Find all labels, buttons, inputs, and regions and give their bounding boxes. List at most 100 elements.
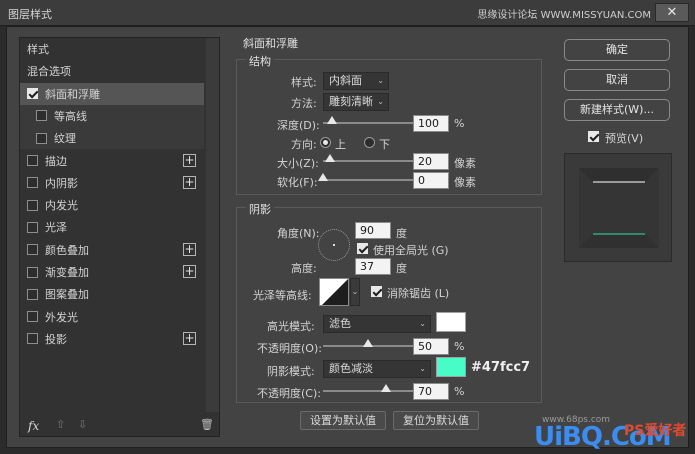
effect-checkbox[interactable] xyxy=(36,132,47,144)
highlight-opacity-label: 不透明度(O): xyxy=(257,342,322,355)
style-preview xyxy=(564,153,672,262)
technique-select[interactable]: 雕刻清晰 ⌄ xyxy=(323,93,389,111)
soften-slider-thumb[interactable] xyxy=(318,173,328,181)
gloss-contour-dropdown[interactable]: ⌄ xyxy=(350,278,360,306)
move-up-icon[interactable]: ⇧ xyxy=(56,418,65,431)
effect-checkbox[interactable] xyxy=(27,288,38,300)
effect-checkbox[interactable] xyxy=(27,333,38,345)
ps-logo-text: PS爱好者 xyxy=(624,423,687,439)
direction-down-radio[interactable] xyxy=(364,137,375,148)
shadow-color-swatch[interactable] xyxy=(436,357,466,377)
direction-up-radio[interactable] xyxy=(320,137,331,148)
effect-item[interactable]: 描边 + xyxy=(20,150,204,172)
add-effect-icon[interactable]: + xyxy=(183,175,196,189)
highlight-opacity-thumb[interactable] xyxy=(363,339,373,347)
new-style-button[interactable]: 新建样式(W)... xyxy=(564,99,670,121)
close-button[interactable]: ✕ xyxy=(655,3,689,22)
effect-item[interactable]: 内发光 xyxy=(20,194,204,216)
highlight-opacity-unit: % xyxy=(454,340,465,353)
effect-label: 投影 xyxy=(45,332,67,346)
shadow-opacity-label: 不透明度(C): xyxy=(257,387,321,400)
add-effect-icon[interactable]: + xyxy=(183,242,196,256)
style-select[interactable]: 内斜面 ⌄ xyxy=(323,72,389,90)
effect-item[interactable]: 内阴影 + xyxy=(20,172,204,194)
style-label: 样式: xyxy=(291,76,317,89)
preview-label: 预览(V) xyxy=(605,132,644,145)
angle-dial[interactable] xyxy=(318,229,350,261)
direction-down-label: 下 xyxy=(379,138,390,151)
antialias-checkbox[interactable] xyxy=(371,286,382,297)
size-slider-thumb[interactable] xyxy=(325,154,336,162)
cancel-button[interactable]: 取消 xyxy=(564,69,670,91)
preview-checkbox[interactable] xyxy=(588,131,599,142)
shadow-opacity-track[interactable] xyxy=(323,390,413,392)
angle-unit: 度 xyxy=(396,227,407,240)
add-effect-icon[interactable]: + xyxy=(183,153,196,167)
effect-checkbox[interactable] xyxy=(27,199,38,211)
effect-label: 光泽 xyxy=(45,221,67,235)
watermark-text: 思缘设计论坛 WWW.MISSYUAN.COM xyxy=(477,10,651,21)
effect-item[interactable]: 纹理 xyxy=(20,127,204,150)
depth-input[interactable]: 100 xyxy=(413,115,449,132)
altitude-input[interactable]: 37 xyxy=(355,258,391,275)
soften-input[interactable]: 0 xyxy=(413,172,449,189)
angle-input[interactable]: 90 xyxy=(355,222,391,239)
effect-label: 描边 xyxy=(45,154,67,168)
angle-label: 角度(N): xyxy=(277,227,320,240)
add-effect-icon[interactable]: + xyxy=(183,331,196,345)
highlight-opacity-input[interactable]: 50 xyxy=(413,338,449,355)
effect-label: 混合选项 xyxy=(27,65,71,79)
size-slider-track[interactable] xyxy=(323,160,413,162)
highlight-color-swatch[interactable] xyxy=(436,312,466,332)
depth-unit: % xyxy=(454,117,465,130)
effect-item[interactable]: 样式 xyxy=(20,38,204,60)
size-unit: 像素 xyxy=(454,157,476,170)
effect-checkbox[interactable] xyxy=(27,311,38,323)
effect-item[interactable]: 外发光 xyxy=(20,306,204,328)
altitude-unit: 度 xyxy=(396,262,407,275)
technique-label: 方法: xyxy=(291,97,317,110)
effect-item[interactable]: 斜面和浮雕 xyxy=(20,82,204,105)
global-light-checkbox[interactable] xyxy=(357,243,368,254)
effect-label: 样式 xyxy=(27,43,49,56)
effect-label: 纹理 xyxy=(54,132,76,146)
depth-slider-thumb[interactable] xyxy=(327,116,337,124)
reset-default-button[interactable]: 复位为默认值 xyxy=(393,411,479,430)
effect-item[interactable]: 混合选项 xyxy=(20,60,204,82)
effect-checkbox[interactable] xyxy=(27,177,38,189)
shadow-mode-select[interactable]: 颜色减淡 ⌄ xyxy=(323,360,431,378)
soften-slider-track[interactable] xyxy=(323,179,413,181)
scrollbar[interactable] xyxy=(206,38,219,412)
soften-label: 软化(F): xyxy=(277,176,318,189)
effect-label: 内发光 xyxy=(45,199,78,213)
shading-title: 阴影 xyxy=(246,201,274,217)
effect-checkbox[interactable] xyxy=(27,266,38,278)
effect-item[interactable]: 等高线 xyxy=(20,104,204,127)
move-down-icon[interactable]: ⇩ xyxy=(78,418,87,431)
effect-label: 渐变叠加 xyxy=(45,266,89,279)
effect-checkbox[interactable] xyxy=(27,88,38,100)
effect-checkbox[interactable] xyxy=(27,221,38,233)
effect-label: 图案叠加 xyxy=(45,288,89,302)
effect-checkbox[interactable] xyxy=(36,110,47,122)
highlight-mode-select[interactable]: 滤色 ⌄ xyxy=(323,315,431,333)
shadow-opacity-input[interactable]: 70 xyxy=(413,383,449,400)
effect-checkbox[interactable] xyxy=(27,155,38,166)
trash-icon[interactable]: 🗑 xyxy=(200,418,214,431)
effect-item[interactable]: 投影 + xyxy=(20,328,204,350)
effect-item[interactable]: 光泽 xyxy=(20,216,204,238)
shadow-hex-annotation: #47fcc7 xyxy=(471,360,531,375)
effect-item[interactable]: 渐变叠加 + xyxy=(20,261,204,283)
size-label: 大小(Z): xyxy=(277,157,319,170)
ok-button[interactable]: 确定 xyxy=(564,39,670,61)
effect-item[interactable]: 图案叠加 xyxy=(20,283,204,305)
shadow-opacity-thumb[interactable] xyxy=(381,384,391,392)
soften-unit: 像素 xyxy=(454,176,476,189)
gloss-contour-preview[interactable] xyxy=(319,278,349,306)
effect-checkbox[interactable] xyxy=(27,244,38,256)
fx-icon[interactable]: fx xyxy=(28,419,39,433)
set-default-button[interactable]: 设置为默认值 xyxy=(300,411,386,430)
effect-item[interactable]: 颜色叠加 + xyxy=(20,239,204,261)
size-input[interactable]: 20 xyxy=(413,153,449,170)
add-effect-icon[interactable]: + xyxy=(183,265,196,278)
